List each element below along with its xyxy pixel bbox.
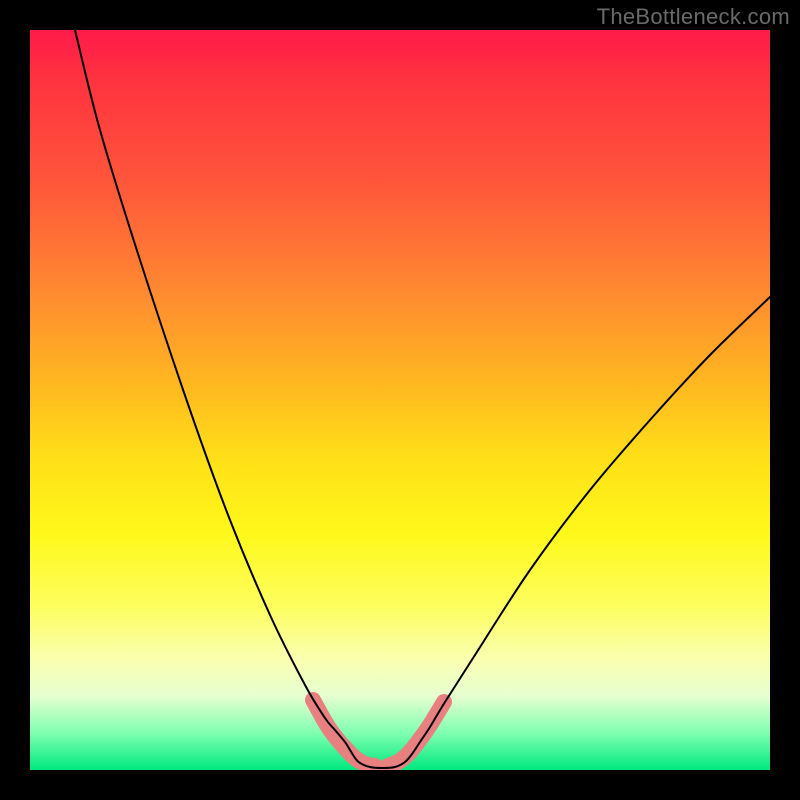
chart-frame: TheBottleneck.com — [0, 0, 800, 800]
black-curve — [75, 30, 770, 768]
plot-area — [30, 30, 770, 770]
curve-layer — [30, 30, 770, 770]
pink-band-left — [313, 700, 375, 766]
watermark-text: TheBottleneck.com — [597, 4, 790, 30]
pink-band-right — [388, 702, 444, 766]
